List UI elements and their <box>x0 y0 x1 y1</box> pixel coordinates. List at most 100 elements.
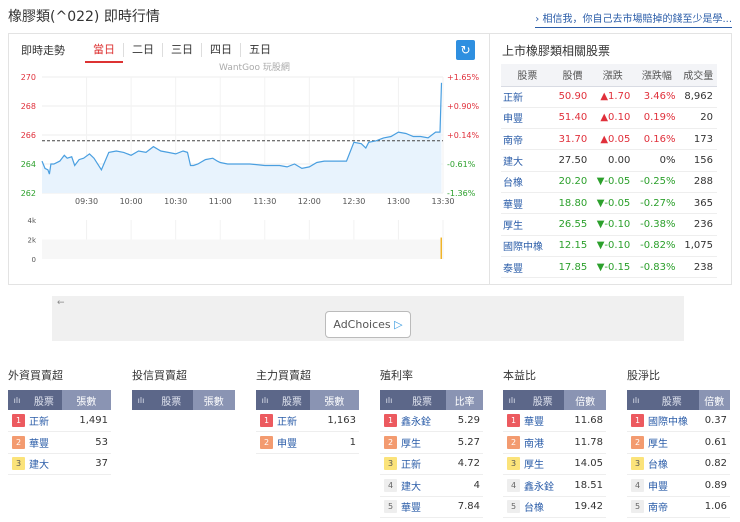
change: ▲1.70 <box>591 86 635 108</box>
stock-link[interactable]: 正新 <box>26 410 62 432</box>
x-tick-label: 10:00 <box>120 197 143 206</box>
bar-chart-icon[interactable]: ılı <box>8 390 26 410</box>
y-tick-label: 264 <box>21 160 36 169</box>
stock-link[interactable]: 申豐 <box>645 474 699 497</box>
bar-chart-icon[interactable]: ılı <box>627 390 645 410</box>
ranking-title: 股淨比 <box>627 369 660 382</box>
stock-link[interactable]: 南港 <box>521 431 565 454</box>
change-pct: 0% <box>634 149 680 172</box>
stock-link[interactable]: 國際中橡 <box>501 235 554 257</box>
table-row: 3 台橡 0.82 <box>627 453 730 475</box>
price-area <box>42 82 442 193</box>
ranking-table: ılı 股票 倍數 1 華豐 11.68 2 南港 11.78 3 厚生 14.05 4 鑫永銓 18.51… <box>503 390 606 518</box>
value: 11.68 <box>564 410 606 432</box>
stock-link[interactable]: 厚生 <box>501 213 554 236</box>
table-row: 建大 27.50 0.00 0% 156 <box>501 149 717 172</box>
ranking-table: ılı 股票 張數 1 正新 1,491 2 華豐 53 3 建大 37 <box>8 390 111 475</box>
y-right-tick-label: -0.61% <box>447 160 476 169</box>
stock-link[interactable]: 鑫永銓 <box>521 474 565 497</box>
column-header-value[interactable]: 倍數 <box>698 390 730 410</box>
stock-link[interactable]: 正新 <box>501 86 554 108</box>
stock-link[interactable]: 厚生 <box>398 431 447 454</box>
stock-link[interactable]: 華豐 <box>26 431 62 454</box>
stock-link[interactable]: 台橡 <box>501 171 554 193</box>
volume-tick-label: 0 <box>32 256 36 264</box>
stock-link[interactable]: 申豐 <box>274 431 310 454</box>
stock-link[interactable]: 華豐 <box>398 496 447 518</box>
rank-badge: 2 <box>631 435 644 449</box>
change: ▼-0.10 <box>591 213 635 236</box>
stock-link[interactable]: 華豐 <box>501 192 554 215</box>
stock-link[interactable]: 申豐 <box>501 107 554 130</box>
stock-link[interactable]: 台橡 <box>521 496 565 518</box>
column-header-value[interactable]: 張數 <box>309 390 359 410</box>
stock-link[interactable]: 華豐 <box>521 410 565 432</box>
volume: 8,962 <box>679 86 717 108</box>
table-row: 4 申豐 0.89 <box>627 474 730 497</box>
price: 20.20 <box>553 171 592 193</box>
rank-badge: 1 <box>12 414 25 427</box>
x-tick-label: 13:30 <box>431 197 454 206</box>
volume: 288 <box>679 171 717 193</box>
bar-chart-icon[interactable]: ılı <box>380 390 398 410</box>
change: 0.00 <box>591 149 635 172</box>
rank-badge: 3 <box>12 457 25 471</box>
y-tick-label: 270 <box>21 73 36 82</box>
volume: 365 <box>679 192 717 215</box>
rank-badge: 2 <box>260 435 273 449</box>
stock-link[interactable]: 台橡 <box>645 453 699 475</box>
stock-link[interactable]: 正新 <box>398 453 447 475</box>
back-arrow-icon[interactable]: ← <box>57 298 65 308</box>
price-chart: 270 +1.65%268 +0.90%266 +0.14%264 -0.61%262-… <box>21 73 480 264</box>
column-header: 成交量 <box>679 64 717 87</box>
volume: 173 <box>679 128 717 151</box>
change: ▼-0.05 <box>591 171 635 193</box>
rank-badge: 4 <box>384 478 397 492</box>
stock-link[interactable]: 國際中橡 <box>645 410 699 432</box>
x-tick-label: 10:30 <box>164 197 187 206</box>
ranking-table: ılı 股票 張數 <box>132 390 235 410</box>
change: ▼-0.15 <box>591 256 635 279</box>
ranking-section: 殖利率 ılı 股票 比率 1 鑫永銓 5.29 2 厚生 5.27 3 正新 4.72 4 建大 4 5 華豐 7… <box>380 367 483 518</box>
change-pct: -0.83% <box>634 256 680 279</box>
bar-chart-icon[interactable]: ılı <box>256 390 274 410</box>
column-header-value[interactable]: 比率 <box>446 390 483 410</box>
column-header-value[interactable]: 倍數 <box>564 390 606 410</box>
ranking-section: 主力買賣超 ılı 股票 張數 1 正新 1,163 2 申豐 1 <box>256 367 359 454</box>
stock-link[interactable]: 建大 <box>501 149 554 172</box>
rank-badge: 2 <box>507 435 520 449</box>
related-header: 股票 股價 漲跌 漲跌幅 成交量 <box>501 64 717 87</box>
ranking-title: 投信買賣超 <box>132 369 187 382</box>
ad-banner: ← AdChoices ▷ <box>52 296 684 341</box>
stock-link[interactable]: 南帝 <box>501 128 554 151</box>
change-pct: -0.82% <box>634 235 680 257</box>
bar-chart-icon[interactable]: ılı <box>503 390 521 410</box>
stock-link[interactable]: 泰豐 <box>501 256 554 279</box>
stock-link[interactable]: 厚生 <box>521 453 565 475</box>
column-header-value[interactable]: 張數 <box>192 390 235 410</box>
bar-chart-icon[interactable]: ılı <box>132 390 150 410</box>
rank-badge: 3 <box>384 457 397 471</box>
stock-link[interactable]: 鑫永銓 <box>398 410 447 432</box>
volume-band <box>42 239 443 259</box>
price: 51.40 <box>553 107 592 130</box>
rank-badge: 2 <box>384 435 397 449</box>
volume: 20 <box>679 107 717 130</box>
stock-link[interactable]: 建大 <box>398 474 447 497</box>
quote-link[interactable]: › 相信我，你自己去市場賠掉的錢至少是學... <box>535 10 732 28</box>
stock-link[interactable]: 厚生 <box>645 431 699 454</box>
y-right-tick-label: +0.14% <box>447 131 480 140</box>
y-right-tick-label: +1.65% <box>447 73 480 82</box>
y-right-tick-label: +0.90% <box>447 102 480 111</box>
column-header-value[interactable]: 張數 <box>61 390 111 410</box>
ranking-section: 本益比 ılı 股票 倍數 1 華豐 11.68 2 南港 11.78 3 厚生 14.05 4 鑫永銓 18… <box>503 367 606 518</box>
stock-link[interactable]: 南帝 <box>645 496 699 518</box>
volume: 236 <box>679 213 717 236</box>
table-row: 5 華豐 7.84 <box>380 496 483 518</box>
adchoices-button[interactable]: AdChoices ▷ <box>325 311 411 338</box>
stock-link[interactable]: 正新 <box>274 410 310 432</box>
column-header: 股價 <box>553 64 592 87</box>
table-row: 5 台橡 19.42 <box>503 496 606 518</box>
stock-link[interactable]: 建大 <box>26 453 62 475</box>
value: 1.06 <box>698 496 730 518</box>
